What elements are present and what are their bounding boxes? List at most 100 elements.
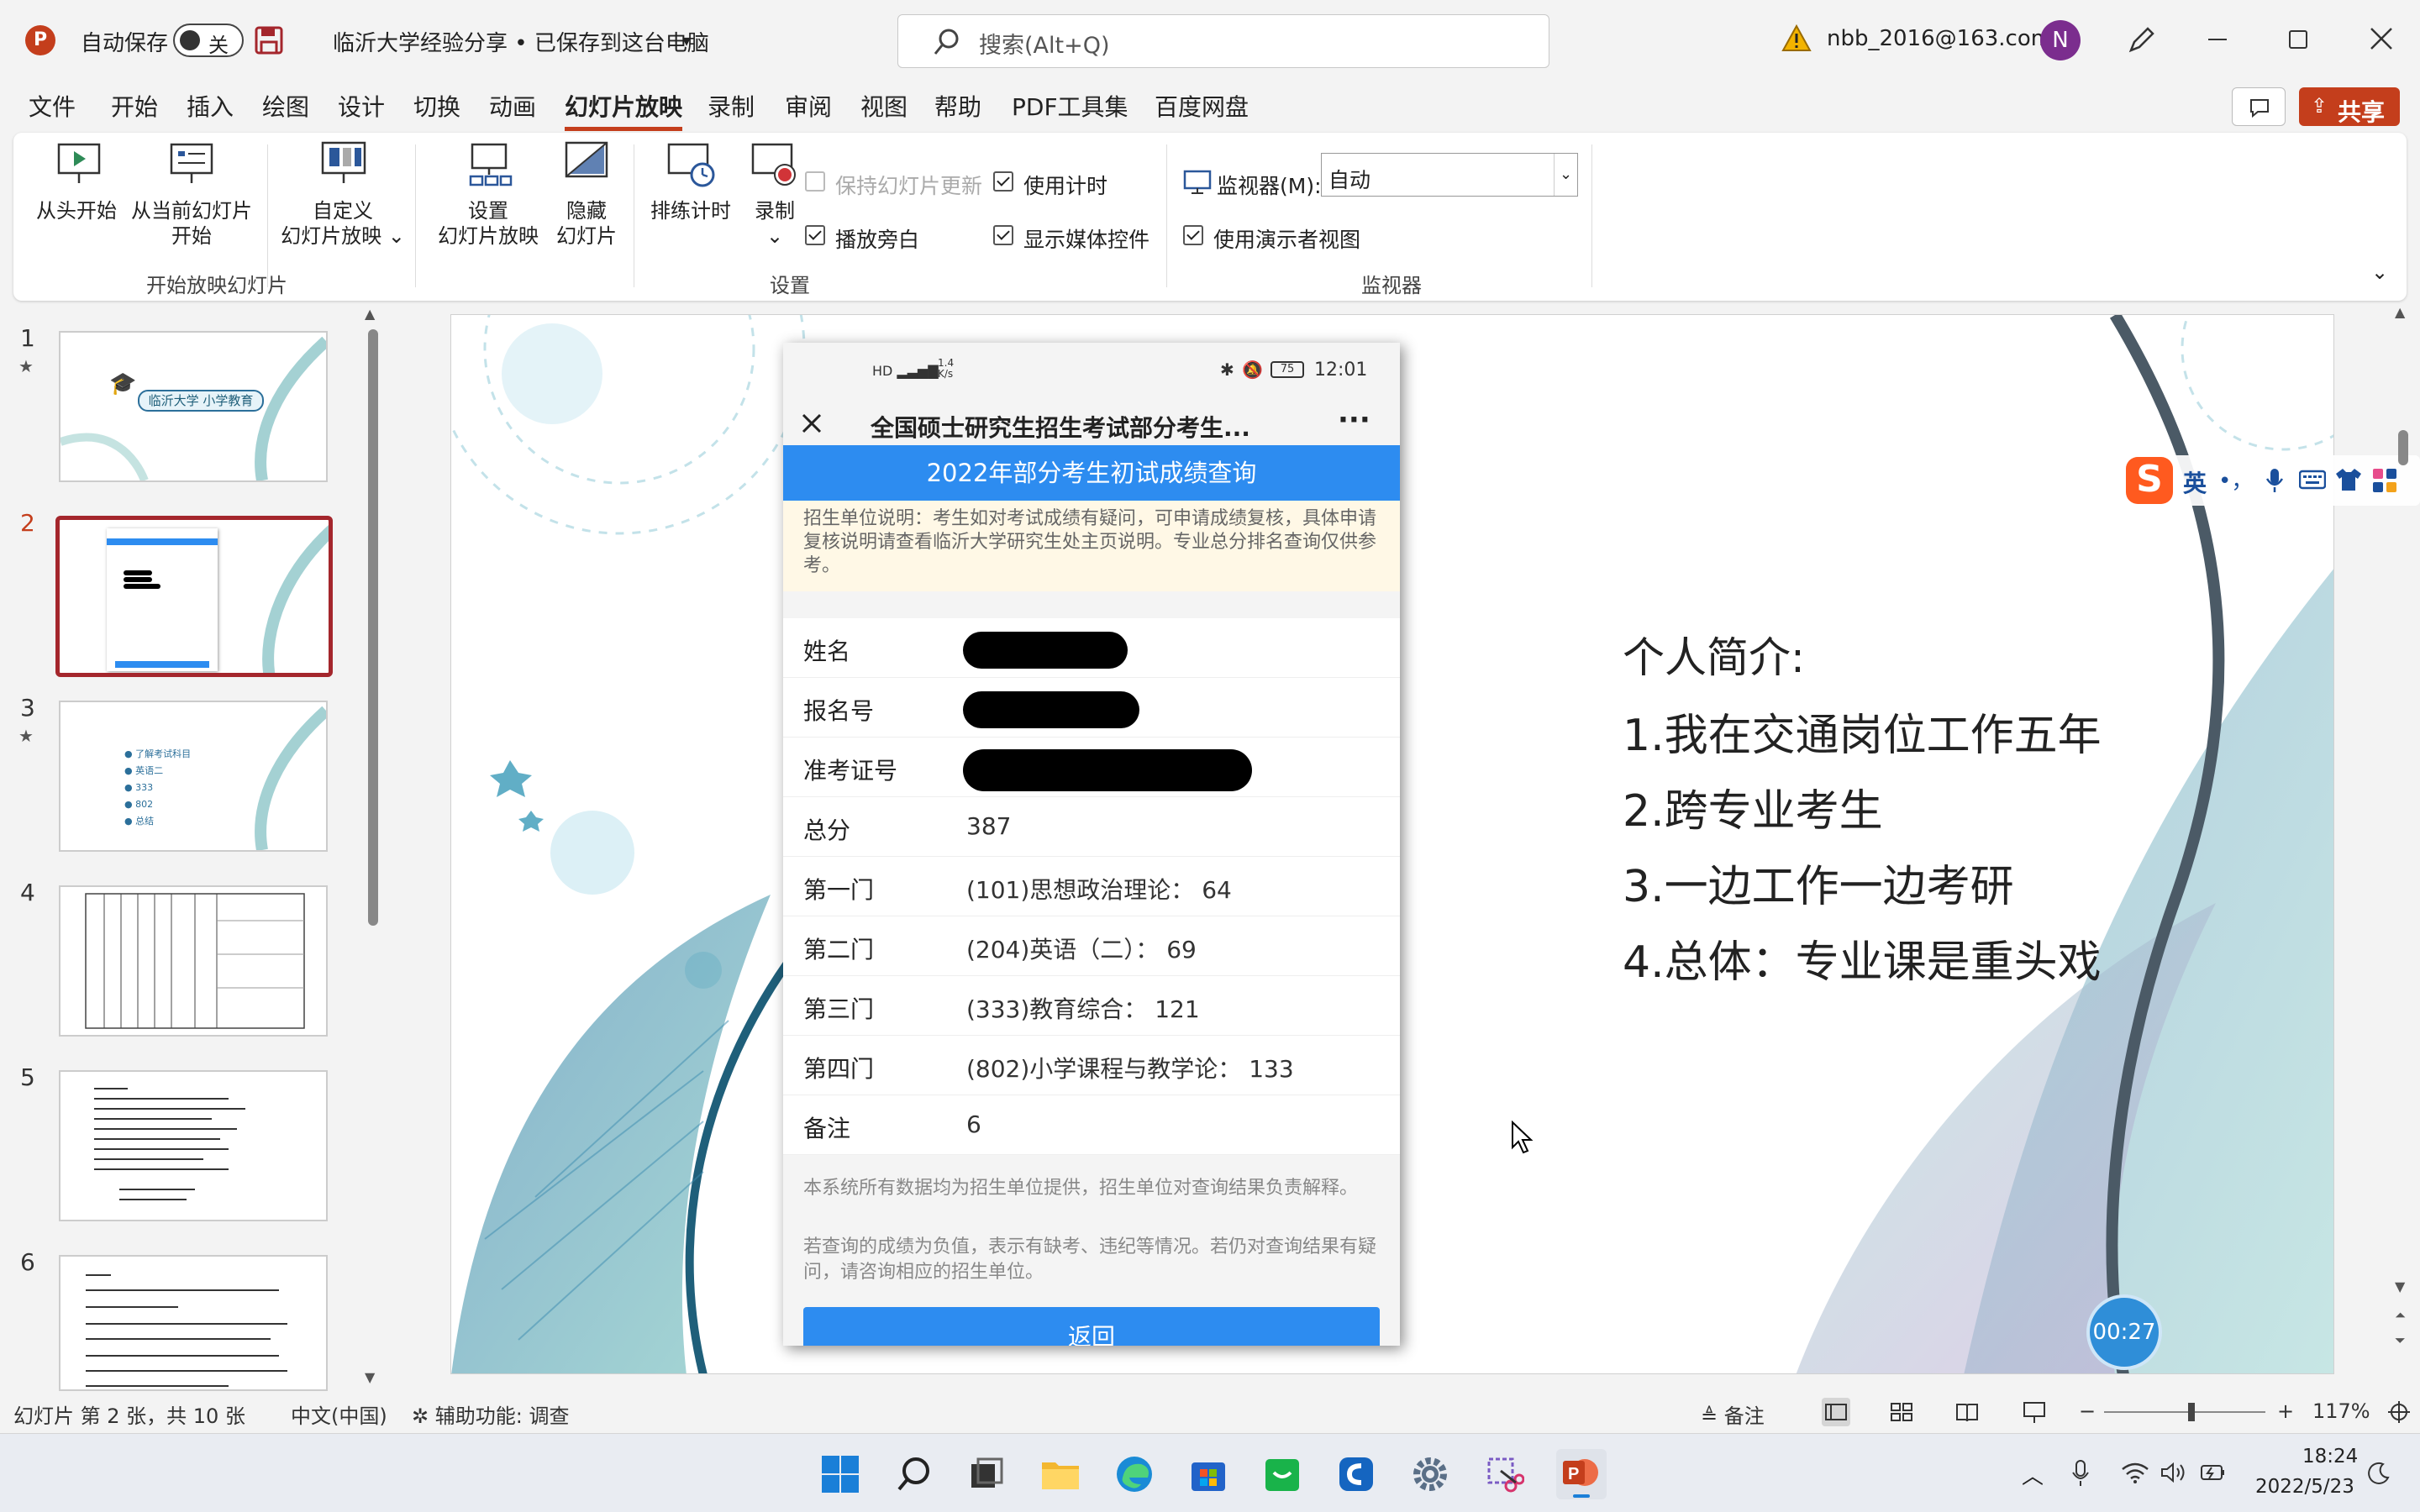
snipping-tool-icon[interactable]	[1484, 1454, 1524, 1494]
zoom-out-icon[interactable]: −	[2079, 1399, 2096, 1423]
zoom-in-icon[interactable]: +	[2277, 1399, 2294, 1423]
comments-button[interactable]	[2232, 87, 2286, 126]
thumbnail-scroll-up-icon[interactable]: ▲	[365, 306, 375, 322]
file-explorer-icon[interactable]	[1040, 1454, 1081, 1494]
thumbnail-scrollbar[interactable]	[368, 329, 378, 926]
search-icon[interactable]	[894, 1454, 934, 1494]
warning-icon[interactable]	[1781, 24, 1812, 54]
thumbnail-scroll-down-icon[interactable]: ▼	[365, 1369, 375, 1385]
collapse-ribbon-chevron-icon[interactable]: ⌄	[2371, 260, 2388, 284]
show-hidden-icons-chevron-icon[interactable]: ︿	[2022, 1459, 2044, 1490]
slide-sorter-icon[interactable]	[1889, 1399, 1914, 1425]
zoom-slider[interactable]	[2104, 1403, 2265, 1421]
tab-draw[interactable]: 绘图	[262, 89, 309, 123]
slide-scroll-up-icon[interactable]: ▲	[2395, 304, 2405, 320]
intro-line-2[interactable]: 2.跨专业考生	[1623, 775, 1883, 838]
tab-help[interactable]: 帮助	[934, 89, 981, 123]
slide-thumbnail-2[interactable]	[55, 516, 333, 677]
play-narration-checkbox[interactable]	[805, 225, 825, 245]
skin-shirt-icon[interactable]	[2334, 467, 2363, 492]
wechat-files-icon[interactable]	[1262, 1454, 1302, 1494]
zoom-slider-thumb[interactable]	[2188, 1403, 2195, 1421]
ime-punctuation[interactable]: •，	[2218, 464, 2253, 495]
presenter-view-checkbox[interactable]	[1183, 225, 1203, 245]
slideshow-view-icon[interactable]	[2022, 1399, 2047, 1425]
blue-app-icon[interactable]	[1336, 1454, 1376, 1494]
zoom-level[interactable]: 117%	[2312, 1399, 2370, 1423]
account-email[interactable]: nbb_2016@163.com	[1827, 26, 2052, 51]
microphone-icon[interactable]	[2265, 467, 2284, 494]
chevron-down-icon[interactable]: ▾	[682, 30, 691, 50]
wifi-icon[interactable]	[2121, 1461, 2149, 1484]
task-view-icon[interactable]	[966, 1454, 1007, 1494]
previous-slide-icon[interactable]: ⏶	[2395, 1307, 2406, 1324]
tab-record[interactable]: 录制	[708, 89, 755, 123]
accessibility-status[interactable]: ✲ 辅助功能: 调查	[412, 1399, 569, 1429]
slide-scroll-down-icon[interactable]: ▼	[2395, 1278, 2405, 1294]
custom-slideshow-button[interactable]: 自定义 幻灯片放映 ⌄	[276, 139, 410, 265]
tab-transitions[interactable]: 切换	[413, 89, 460, 123]
from-start-button[interactable]: 从头开始	[30, 139, 123, 249]
reading-view-icon[interactable]	[1954, 1399, 1980, 1425]
fit-to-window-icon[interactable]	[2386, 1399, 2412, 1425]
slide-scrollbar[interactable]	[2398, 430, 2408, 465]
slide-thumbnail-5[interactable]	[59, 1070, 328, 1221]
battery-icon[interactable]	[2198, 1461, 2227, 1484]
close-icon[interactable]	[2368, 25, 2395, 52]
windows-start-icon[interactable]	[820, 1454, 860, 1494]
tab-file[interactable]: 文件	[29, 89, 76, 123]
microsoft-store-icon[interactable]	[1188, 1454, 1228, 1494]
toolbox-grid-icon[interactable]	[2371, 467, 2398, 494]
tab-animations[interactable]: 动画	[489, 89, 536, 123]
share-button[interactable]: ⇪ 共享	[2299, 87, 2400, 126]
restore-icon[interactable]	[2289, 30, 2307, 49]
show-media-checkbox[interactable]	[993, 225, 1013, 245]
keep-updated-checkbox[interactable]	[805, 171, 825, 192]
pen-icon[interactable]	[2126, 25, 2156, 55]
intro-line-1[interactable]: 1.我在交通岗位工作五年	[1623, 700, 2102, 763]
slide-thumbnail-6[interactable]	[59, 1255, 328, 1391]
setup-slideshow-button[interactable]: 设置 幻灯片放映	[434, 139, 543, 265]
search-input[interactable]: 搜索(Alt+Q)	[897, 14, 1549, 68]
clock-time[interactable]: 18:24	[2302, 1446, 2358, 1467]
normal-view-icon[interactable]	[1822, 1398, 1850, 1426]
intro-line-4[interactable]: 4.总体：专业课是重头戏	[1623, 927, 2102, 990]
powerpoint-taskbar-icon[interactable]: P	[1556, 1449, 1607, 1499]
tab-view[interactable]: 视图	[860, 89, 908, 123]
intro-heading[interactable]: 个人简介:	[1623, 624, 1805, 685]
keyboard-icon[interactable]	[2299, 469, 2326, 491]
edge-browser-icon[interactable]	[1114, 1454, 1155, 1494]
slide-thumbnail-4[interactable]	[59, 885, 328, 1037]
use-timings-checkbox[interactable]	[993, 171, 1013, 192]
settings-gear-icon[interactable]	[1410, 1454, 1450, 1494]
hide-slide-button[interactable]: 隐藏 幻灯片	[544, 139, 629, 265]
tab-home[interactable]: 开始	[111, 89, 158, 123]
timer-badge[interactable]: 00:27	[2086, 1294, 2162, 1370]
autosave-toggle[interactable]: 关	[173, 24, 244, 57]
volume-icon[interactable]	[2160, 1461, 2188, 1484]
language-status[interactable]: 中文(中国)	[291, 1399, 387, 1429]
slide-thumbnail-3[interactable]: ● 了解考试科目 ● 英语二 ● 333 ● 802 ● 总结	[59, 701, 328, 852]
ime-toolbar[interactable]: S 英 •，	[2123, 455, 2420, 506]
record-button[interactable]: 录制 ⌄	[741, 139, 808, 265]
clock-date[interactable]: 2022/5/23	[2255, 1476, 2354, 1498]
from-current-button[interactable]: 从当前幻灯片 开始	[124, 139, 259, 265]
document-title[interactable]: 临沂大学经验分享 • 已保存到这台电脑	[333, 26, 709, 57]
tab-insert[interactable]: 插入	[187, 89, 234, 123]
record-chevron-down-icon[interactable]: ⌄	[741, 223, 808, 249]
intro-line-3[interactable]: 3.一边工作一边考研	[1623, 851, 2014, 914]
score-screenshot-image[interactable]: HD ▂▃▅▇ 1.4 K/s ✱ 🔕 75 12:01 全国硕士研究生招生考试…	[783, 343, 1400, 1346]
notes-button[interactable]: ≜ 备注	[1701, 1399, 1765, 1429]
tab-pdf-tools[interactable]: PDF工具集	[1012, 89, 1128, 123]
next-slide-icon[interactable]: ⏷	[2395, 1332, 2406, 1349]
tab-design[interactable]: 设计	[338, 89, 385, 123]
minimize-icon[interactable]	[2208, 39, 2227, 40]
microphone-icon[interactable]	[2070, 1459, 2091, 1488]
monitor-select[interactable]: 自动 ⌄	[1321, 153, 1578, 197]
focus-assist-moon-icon[interactable]	[2366, 1461, 2391, 1486]
rehearse-timings-button[interactable]: 排练计时	[639, 139, 743, 249]
ime-language[interactable]: 英	[2183, 465, 2207, 499]
slide-thumbnail-1[interactable]: 临沂大学 小学教育 🎓	[59, 331, 328, 482]
avatar[interactable]: N	[2040, 20, 2081, 60]
save-icon[interactable]	[254, 25, 284, 55]
